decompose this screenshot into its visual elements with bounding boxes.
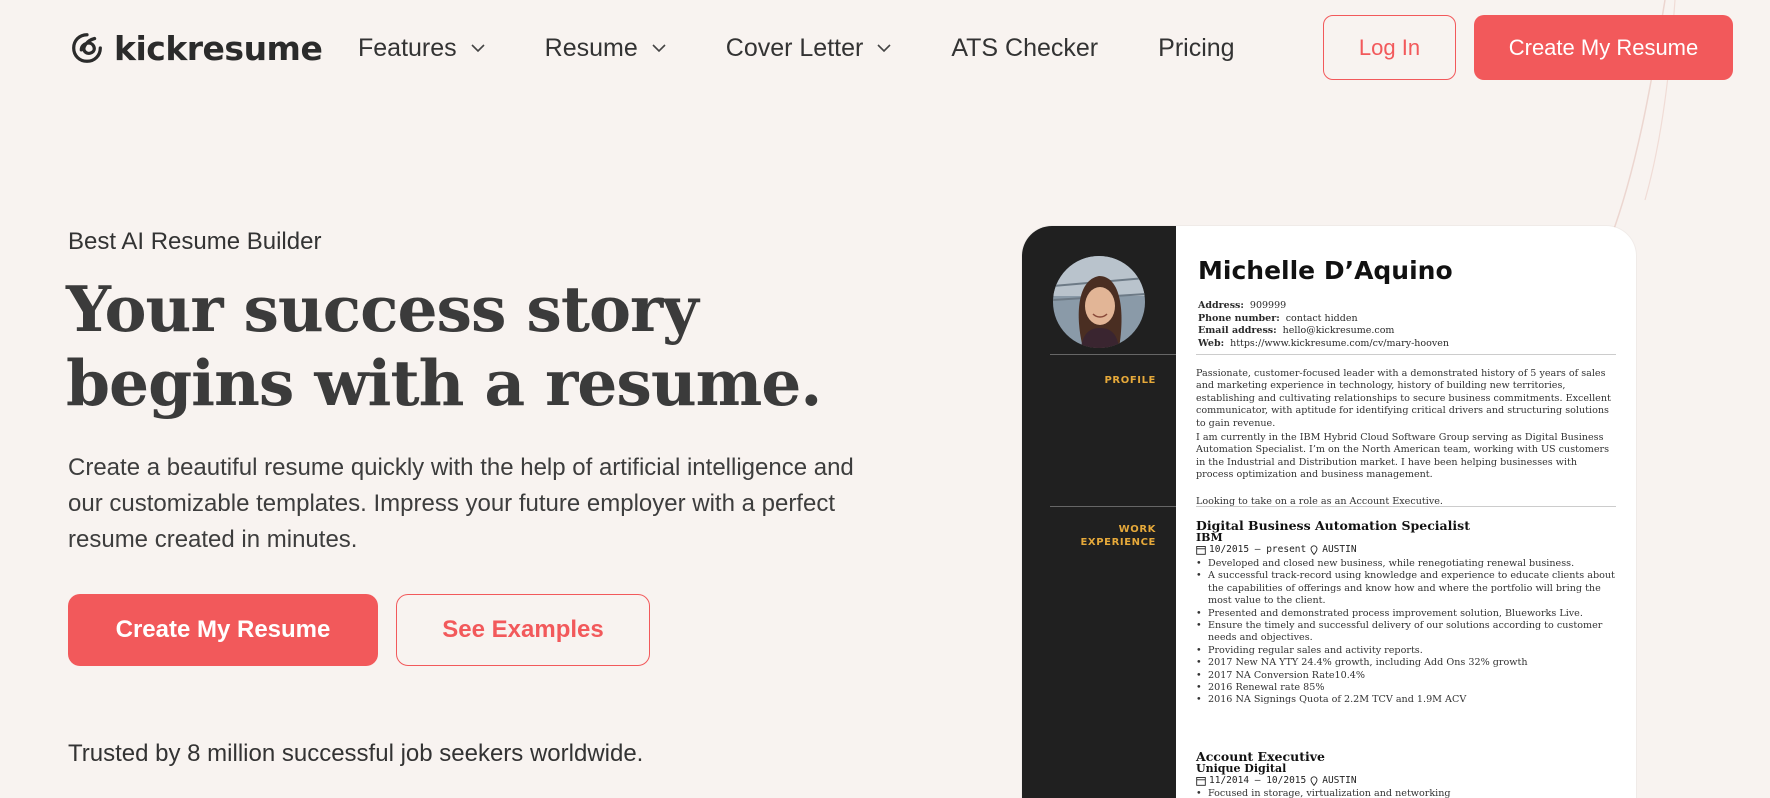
resume-preview: PROFILE WORK EXPERIENCE Michelle D’Aquin…: [1022, 226, 1636, 798]
nav-resume[interactable]: Resume: [545, 30, 666, 66]
resume-sidebar: PROFILE WORK EXPERIENCE: [1022, 226, 1176, 798]
list-item: 2016 NA Signings Quota of 2.2M TCV and 1…: [1196, 694, 1616, 707]
nav-resume-label: Resume: [544, 33, 638, 62]
calendar-icon: [1196, 545, 1206, 555]
contact-row: Address: 909999: [1198, 300, 1287, 311]
resume-divider: [1196, 506, 1616, 507]
create-resume-button[interactable]: Create My Resume: [68, 594, 378, 666]
hero-headline-line1: Your success story: [66, 272, 699, 346]
see-examples-button[interactable]: See Examples: [396, 594, 650, 666]
nav-cover-letter[interactable]: Cover Letter: [726, 30, 892, 66]
resume-divider: [1196, 354, 1616, 355]
job-title: Digital Business Automation Specialist: [1196, 518, 1470, 533]
job-meta: 10/2015 – present AUSTIN: [1196, 544, 1357, 555]
job-meta: 11/2014 – 10/2015 AUSTIN: [1196, 775, 1357, 786]
chevron-down-icon: [877, 43, 891, 52]
list-item: 2017 New NA YTY 24.4% growth, including …: [1196, 657, 1616, 670]
nav-ats-checker[interactable]: ATS Checker: [951, 30, 1098, 66]
hero-eyebrow: Best AI Resume Builder: [68, 228, 322, 255]
section-label-work-experience: WORK EXPERIENCE: [1081, 523, 1157, 549]
location-pin-icon: [1310, 775, 1318, 786]
brand-logo[interactable]: kickresume: [68, 26, 323, 70]
contact-row: Email address: hello@kickresume.com: [1198, 325, 1395, 336]
top-navigation-bar: kickresume Features Resume Cover Letter …: [0, 0, 1770, 96]
section-label-profile: PROFILE: [1104, 375, 1156, 386]
create-resume-header-button[interactable]: Create My Resume: [1474, 15, 1733, 80]
main-nav: Features Resume Cover Letter ATS Checker…: [358, 30, 1295, 66]
sidebar-divider: [1050, 354, 1176, 355]
logo-icon: [72, 33, 102, 63]
nav-features[interactable]: Features: [358, 30, 485, 66]
contact-row: Web: https://www.kickresume.com/cv/mary-h…: [1198, 337, 1449, 349]
nav-cover-letter-label: Cover Letter: [725, 33, 864, 62]
job-company: Unique Digital: [1196, 762, 1287, 775]
nav-features-label: Features: [358, 33, 457, 62]
job-bullets: Developed and closed new business, while…: [1196, 558, 1616, 707]
list-item: Ensure the timely and successful deliver…: [1196, 620, 1616, 645]
job-bullets: Focused in storage, virtualization and n…: [1196, 788, 1616, 798]
list-item: Providing regular sales and activity rep…: [1196, 645, 1616, 658]
section-label-experience: EXPERIENCE: [1080, 537, 1156, 548]
location-pin-icon: [1310, 544, 1318, 555]
trusted-by-text: Trusted by 8 million successful job seek…: [68, 740, 644, 767]
nav-pricing[interactable]: Pricing: [1158, 30, 1234, 66]
section-label-work: WORK: [1118, 524, 1156, 535]
sidebar-divider: [1050, 506, 1176, 507]
list-item: Focused in storage, virtualization and n…: [1196, 788, 1616, 798]
hero-headline-line2: begins with a resume.: [66, 346, 822, 420]
list-item: Presented and demonstrated process impro…: [1196, 608, 1616, 621]
profile-paragraph: I am currently in the IBM Hybrid Cloud S…: [1196, 432, 1610, 481]
list-item: A successful track-record using knowledg…: [1196, 570, 1616, 607]
nav-pricing-label: Pricing: [1158, 33, 1235, 62]
list-item: 2016 Renewal rate 85%: [1196, 682, 1616, 695]
resume-name: Michelle D’Aquino: [1198, 256, 1453, 285]
calendar-icon: [1196, 776, 1206, 786]
chevron-down-icon: [471, 43, 485, 52]
job-company: IBM: [1196, 531, 1223, 544]
contact-row: Phone number: contact hidden: [1198, 312, 1358, 324]
chevron-down-icon: [652, 43, 666, 52]
brand-name: kickresume: [114, 28, 323, 68]
resume-contact: Address: 909999 Phone number: contact hidd…: [1198, 300, 1449, 350]
login-button[interactable]: Log In: [1323, 15, 1456, 80]
profile-paragraph: Passionate, customer-focused leader with…: [1196, 368, 1611, 429]
resume-content: Michelle D’Aquino Address: 909999 Phone n…: [1196, 226, 1616, 798]
list-item: Developed and closed new business, while…: [1196, 558, 1616, 571]
hero-headline: Your success story begins with a resume.: [66, 272, 826, 420]
avatar: [1053, 256, 1145, 348]
list-item: 2017 NA Conversion Rate10.4%: [1196, 670, 1616, 683]
hero-description: Create a beautiful resume quickly with t…: [68, 454, 854, 553]
nav-ats-checker-label: ATS Checker: [951, 33, 1099, 62]
